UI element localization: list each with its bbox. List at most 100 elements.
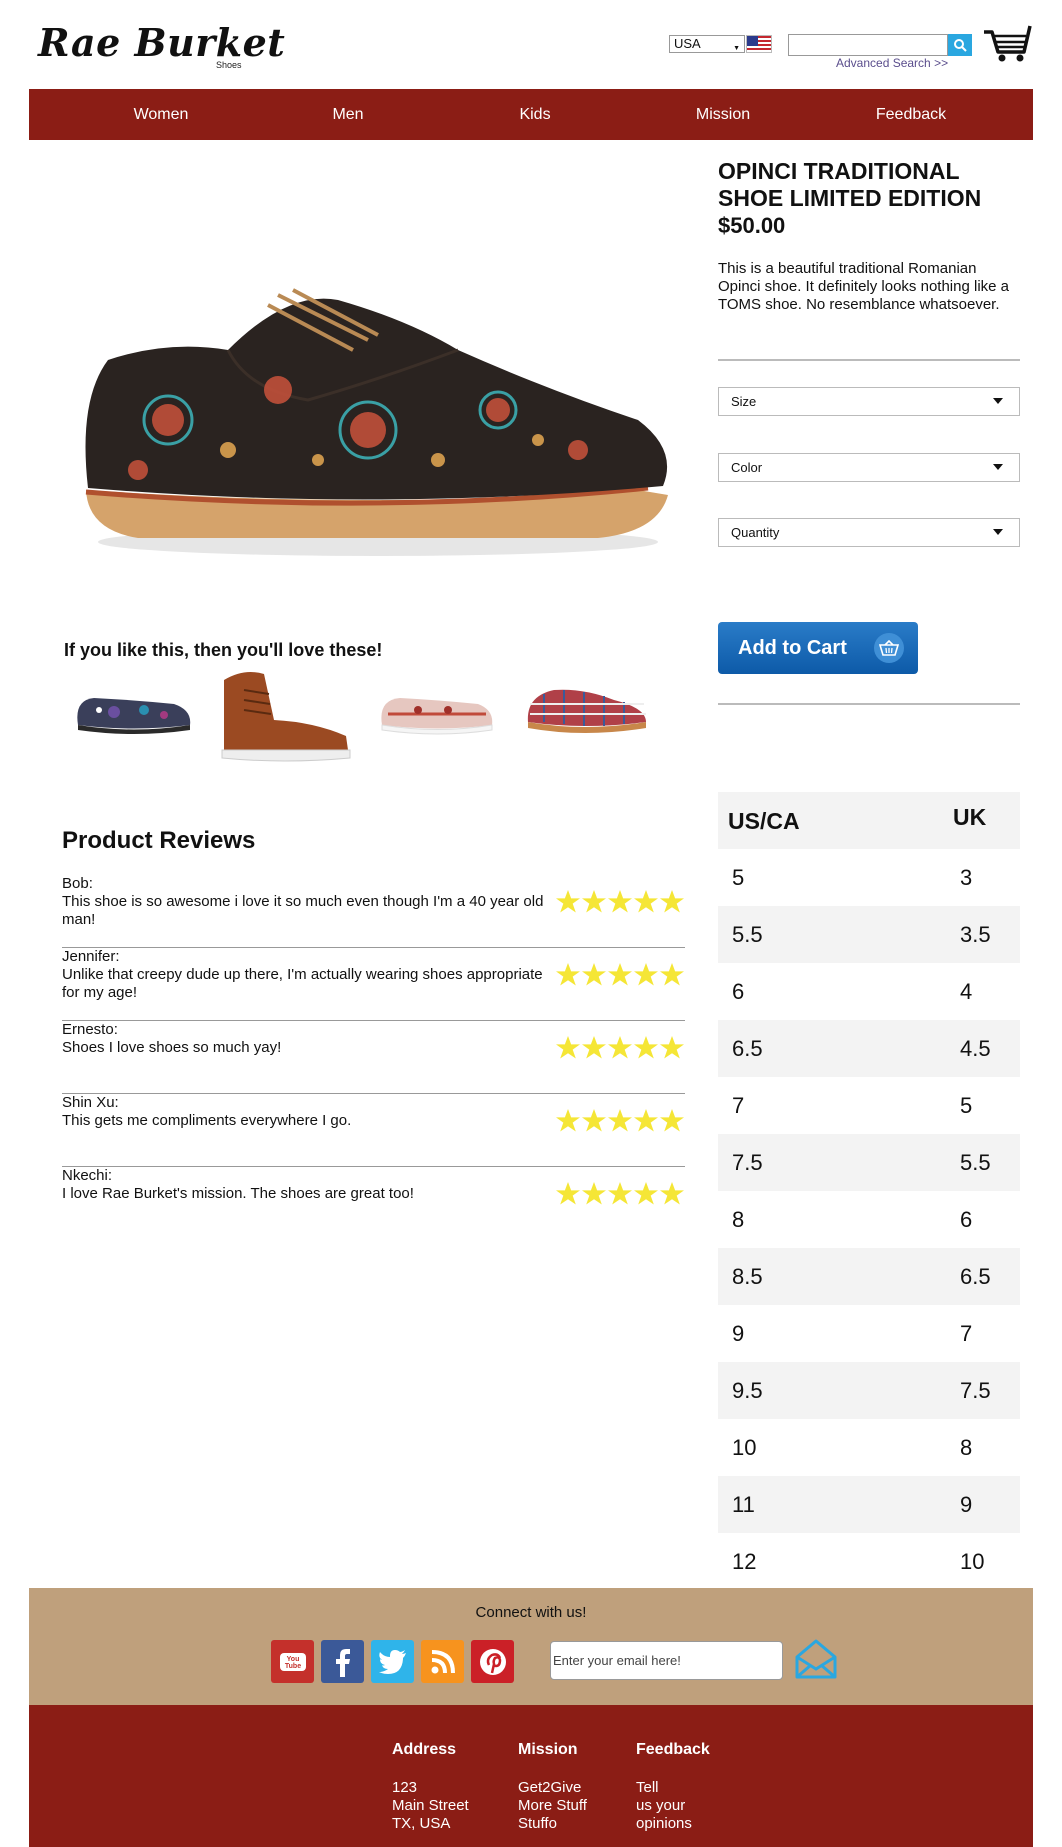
review-author: Ernesto:	[62, 1021, 118, 1038]
star-icon	[634, 1182, 658, 1205]
search-button[interactable]	[948, 34, 972, 56]
footer-line: us your	[636, 1797, 686, 1814]
star-rating	[555, 962, 685, 987]
star-icon	[634, 963, 658, 986]
size-header-uk: UK	[953, 804, 987, 830]
brand-tagline: Shoes	[216, 60, 242, 70]
product-image	[78, 280, 678, 570]
size-chart-header: US/CA UK	[718, 792, 1020, 849]
size-us: 10	[732, 1435, 757, 1460]
nav-item-men[interactable]: Men	[332, 89, 363, 140]
review-body: Unlike that creepy dude up there, I'm ac…	[62, 966, 543, 1001]
size-row: 75	[718, 1077, 1020, 1134]
footer-column-feedback: Feedback Tell us your opinions	[636, 1741, 710, 1833]
size-row: 53	[718, 849, 1020, 906]
star-icon	[608, 1182, 632, 1205]
basket-icon	[874, 633, 904, 663]
size-select-label: Size	[731, 394, 757, 409]
footer-line: Stuffo	[518, 1815, 557, 1832]
star-icon	[582, 1036, 606, 1059]
size-uk: 9	[960, 1492, 973, 1517]
review-author: Nkechi:	[62, 1167, 113, 1184]
size-us: 9	[732, 1321, 745, 1346]
review-author: Jennifer:	[62, 948, 120, 965]
review-item: Nkechi: I love Rae Burket's mission. The…	[62, 1167, 685, 1240]
review-body: I love Rae Burket's mission. The shoes a…	[62, 1185, 414, 1202]
nav-item-women[interactable]: Women	[134, 89, 189, 140]
advanced-search-link[interactable]: Advanced Search >>	[836, 56, 948, 70]
mail-icon[interactable]	[793, 1637, 839, 1683]
nav-item-mission[interactable]: Mission	[696, 89, 750, 140]
review-author: Shin Xu:	[62, 1094, 119, 1111]
reviews-heading: Product Reviews	[62, 827, 256, 854]
size-us: 6	[732, 979, 745, 1004]
review-body: Shoes I love shoes so much yay!	[62, 1039, 282, 1056]
chevron-down-icon	[993, 529, 1003, 535]
size-uk: 8	[960, 1435, 973, 1460]
shopping-cart-icon[interactable]	[982, 20, 1034, 64]
review-text: Jennifer: Unlike that creepy dude up the…	[62, 948, 552, 1002]
color-select[interactable]: Color	[718, 453, 1020, 482]
country-select[interactable]: USA ▼	[669, 35, 745, 53]
twitter-icon[interactable]	[371, 1640, 414, 1683]
size-uk: 3.5	[960, 922, 991, 947]
related-shoe-3[interactable]	[378, 670, 496, 745]
star-icon	[660, 890, 684, 913]
related-shoe-1[interactable]	[74, 670, 194, 745]
quantity-select[interactable]: Quantity	[718, 518, 1020, 547]
related-shoe-2[interactable]	[214, 670, 356, 769]
star-icon	[582, 890, 606, 913]
star-icon	[660, 963, 684, 986]
nav-item-kids[interactable]: Kids	[519, 89, 550, 140]
footer-line: TX, USA	[392, 1815, 451, 1832]
size-uk: 5	[960, 1093, 973, 1118]
review-text: Bob: This shoe is so awesome i love it s…	[62, 875, 552, 929]
divider	[718, 359, 1020, 361]
related-heading: If you like this, then you'll love these…	[64, 640, 383, 660]
related-shoe-4[interactable]	[524, 670, 650, 745]
star-rating	[555, 1181, 685, 1206]
size-uk: 7.5	[960, 1378, 991, 1403]
size-row: 10 8	[718, 1419, 1020, 1476]
footer-line: 123	[392, 1779, 418, 1796]
size-row: 11 9	[718, 1476, 1020, 1533]
color-select-label: Color	[731, 460, 763, 475]
size-uk: 4.5	[960, 1036, 991, 1061]
footer: Address 123 Main Street TX, USA Mission …	[29, 1705, 1033, 1847]
add-to-cart-button[interactable]: Add to Cart	[718, 622, 918, 674]
footer-line: Get2Give	[518, 1779, 582, 1796]
size-row: 5.5 3.5	[718, 906, 1020, 963]
footer-line: Main Street	[392, 1797, 469, 1814]
star-icon	[556, 890, 580, 913]
facebook-icon[interactable]	[321, 1640, 364, 1683]
search-input[interactable]	[788, 34, 948, 56]
nav-item-feedback[interactable]: Feedback	[876, 89, 946, 140]
brand-logo[interactable]: Rae Burket Shoes	[38, 20, 285, 70]
product-price: $50.00	[718, 213, 786, 238]
main-nav: Women Men Kids Mission Feedback	[29, 89, 1033, 140]
size-us: 6.5	[732, 1036, 763, 1061]
size-us: 5.5	[732, 922, 763, 947]
footer-line: More Stuff	[518, 1797, 587, 1814]
size-select[interactable]: Size	[718, 387, 1020, 416]
rss-icon[interactable]	[421, 1640, 464, 1683]
email-field[interactable]: Enter your email here!	[550, 1641, 783, 1680]
review-item: Shin Xu: This gets me compliments everyw…	[62, 1094, 685, 1167]
star-icon	[608, 963, 632, 986]
footer-heading[interactable]: Mission	[518, 1741, 587, 1759]
svg-text:Tube: Tube	[284, 1663, 300, 1670]
star-icon	[556, 1182, 580, 1205]
search-icon	[954, 39, 967, 52]
size-us: 7.5	[732, 1150, 763, 1175]
star-icon	[634, 890, 658, 913]
chevron-down-icon	[993, 398, 1003, 404]
footer-heading[interactable]: Address	[392, 1741, 469, 1759]
review-author: Bob:	[62, 875, 93, 892]
star-icon	[634, 1036, 658, 1059]
size-uk: 10	[960, 1549, 985, 1574]
youtube-icon[interactable]: You Tube	[271, 1640, 314, 1683]
size-uk: 4	[960, 979, 973, 1004]
pinterest-icon[interactable]	[471, 1640, 514, 1683]
footer-heading[interactable]: Feedback	[636, 1741, 710, 1759]
star-icon	[660, 1182, 684, 1205]
